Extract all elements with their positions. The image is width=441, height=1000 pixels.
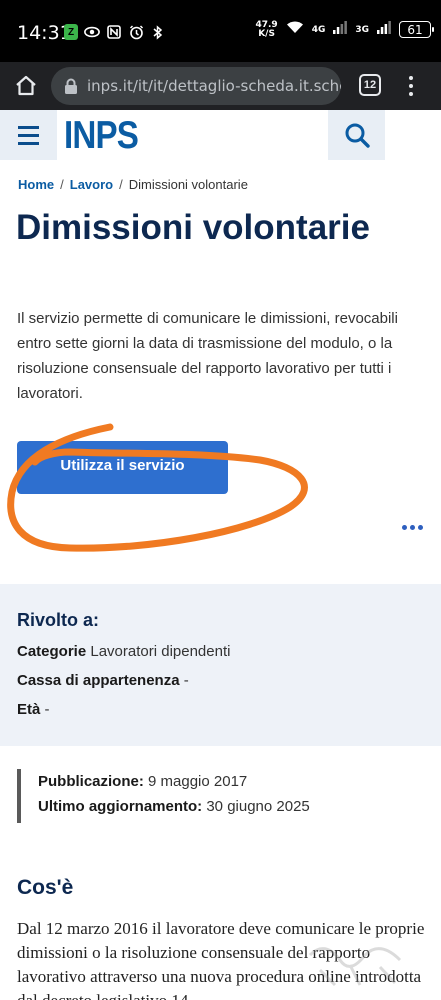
target-audience-heading: Rivolto a: bbox=[17, 610, 100, 630]
breadcrumb-separator: / bbox=[60, 177, 64, 192]
breadcrumb-lavoro-link[interactable]: Lavoro bbox=[70, 177, 113, 192]
signal-bars-2-icon bbox=[377, 20, 391, 39]
browser-toolbar: inps.it/it/it/dettaglio-scheda.it.schede… bbox=[0, 62, 441, 110]
intro-text: Il servizio permette di comunicare le di… bbox=[17, 310, 398, 402]
info-value: - bbox=[183, 672, 189, 689]
target-audience-box: Rivolto a: Categorie Lavoratori dipenden… bbox=[0, 584, 441, 746]
alarm-icon bbox=[128, 24, 144, 40]
page-title: Dimissioni volontarie bbox=[16, 208, 370, 247]
status-notification-icons: Z bbox=[64, 24, 166, 40]
last-update-value: 30 giugno 2025 bbox=[206, 798, 310, 815]
section-title: Cos'è bbox=[17, 876, 74, 899]
browser-menu-icon[interactable] bbox=[404, 74, 418, 98]
last-update-date: Ultimo aggiornamento: 30 giugno 2025 bbox=[38, 794, 310, 819]
hamburger-menu-icon[interactable] bbox=[0, 110, 57, 160]
status-bar: 14:31 Z 47.9 K/S 4G 3G 61 bbox=[0, 0, 441, 62]
tab-switcher-button[interactable]: 12 bbox=[359, 74, 381, 96]
signal-3g-label: 3G bbox=[355, 24, 369, 35]
info-label: Categorie bbox=[17, 643, 87, 660]
site-header: INPS bbox=[0, 110, 441, 160]
inps-logo[interactable]: INPS bbox=[64, 114, 139, 158]
breadcrumb-current: Dimissioni volontarie bbox=[128, 177, 248, 192]
publication-value: 9 maggio 2017 bbox=[148, 773, 248, 790]
search-icon[interactable] bbox=[328, 110, 385, 160]
app-notification-icon: Z bbox=[64, 24, 78, 40]
address-bar[interactable]: inps.it/it/it/dettaglio-scheda.it.schede… bbox=[51, 67, 341, 105]
info-value: Lavoratori dipendenti bbox=[90, 643, 231, 660]
info-row-eta: Età - bbox=[17, 701, 50, 718]
url-text: inps.it/it/it/dettaglio-scheda.it.schede… bbox=[87, 77, 341, 95]
nfc-icon bbox=[106, 24, 122, 40]
last-update-label: Ultimo aggiornamento: bbox=[38, 798, 203, 815]
wifi-icon bbox=[286, 20, 304, 39]
status-system-icons: 47.9 K/S 4G 3G 61 bbox=[255, 20, 434, 39]
info-value: - bbox=[44, 701, 50, 718]
info-row-categorie: Categorie Lavoratori dipendenti bbox=[17, 643, 230, 660]
info-label: Cassa di appartenenza bbox=[17, 672, 180, 689]
network-speed: 47.9 K/S bbox=[255, 20, 277, 39]
publication-dates: Pubblicazione: 9 maggio 2017 Ultimo aggi… bbox=[17, 769, 310, 823]
breadcrumb-separator: / bbox=[119, 177, 123, 192]
publication-label: Pubblicazione: bbox=[38, 773, 144, 790]
more-options-icon[interactable] bbox=[402, 525, 423, 530]
watermark-logo bbox=[308, 947, 402, 987]
network-speed-unit: K/S bbox=[258, 28, 275, 39]
lock-icon bbox=[65, 78, 77, 94]
eye-icon bbox=[84, 24, 100, 40]
breadcrumb: Home / Lavoro / Dimissioni volontarie bbox=[18, 177, 248, 192]
home-icon[interactable] bbox=[12, 72, 40, 100]
battery-icon: 61 bbox=[399, 21, 434, 38]
bluetooth-icon bbox=[150, 24, 166, 40]
signal-4g-label: 4G bbox=[311, 24, 326, 35]
publication-date: Pubblicazione: 9 maggio 2017 bbox=[38, 769, 310, 794]
signal-bars-icon bbox=[333, 20, 348, 39]
use-service-button[interactable]: Utilizza il servizio bbox=[17, 441, 228, 494]
info-row-cassa: Cassa di appartenenza - bbox=[17, 672, 189, 689]
breadcrumb-home-link[interactable]: Home bbox=[18, 177, 54, 192]
info-label: Età bbox=[17, 701, 41, 718]
